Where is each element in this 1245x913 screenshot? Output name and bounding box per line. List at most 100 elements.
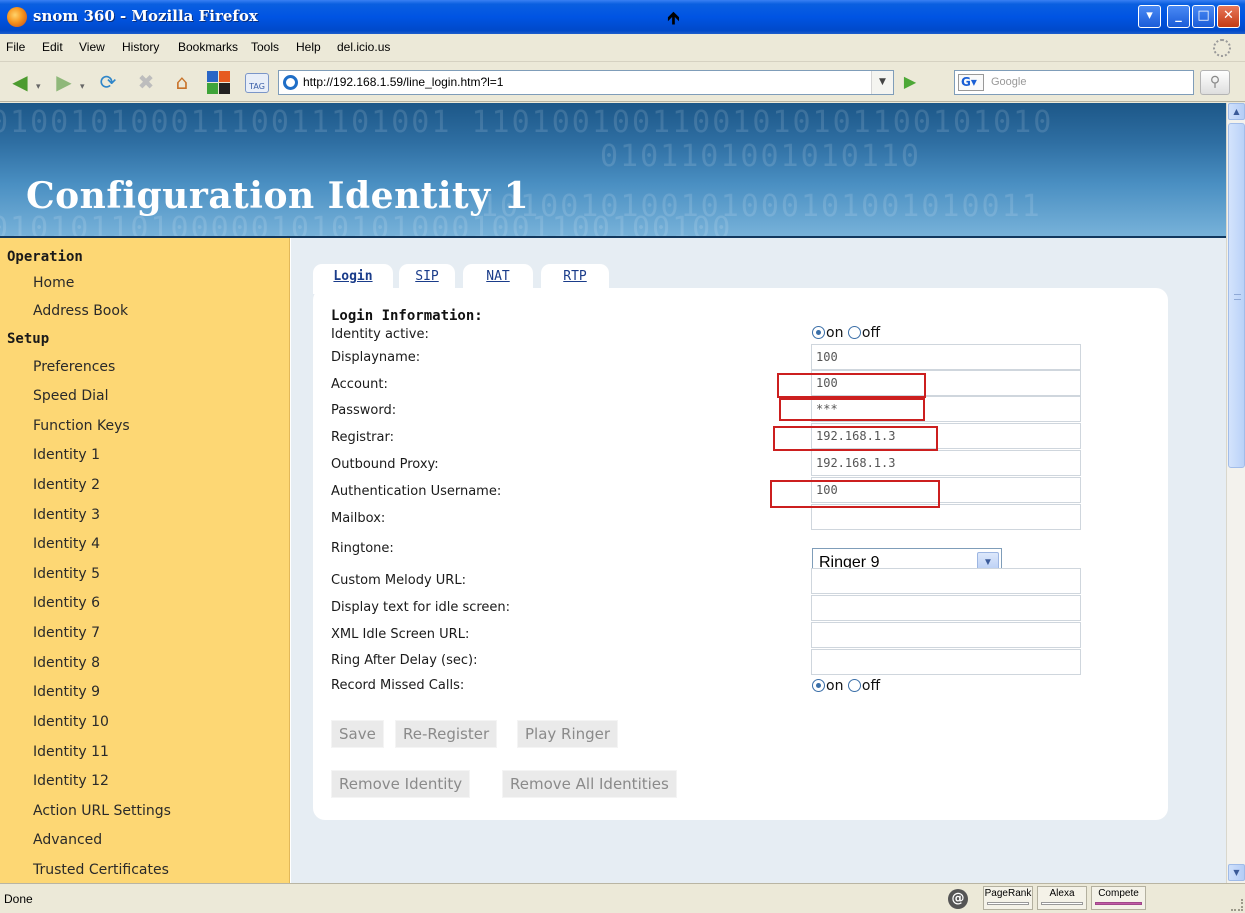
sidebar-item-action-url[interactable]: Action URL Settings xyxy=(33,803,171,819)
banner-pattern: 01001010001110011101001 1101001001100101… xyxy=(0,105,1054,140)
sidebar-item-address-book[interactable]: Address Book xyxy=(33,303,128,319)
search-icon[interactable]: ⚲ xyxy=(1200,70,1230,95)
sidebar-item-trusted-certificates[interactable]: Trusted Certificates xyxy=(33,862,169,878)
displayname-label: Displayname: xyxy=(331,350,421,365)
ringtone-label: Ringtone: xyxy=(331,541,394,556)
menu-view[interactable]: View xyxy=(79,40,105,54)
tag-icon[interactable]: TAG xyxy=(245,73,269,93)
outbound-proxy-field[interactable]: 192.168.1.3 xyxy=(811,450,1081,476)
resize-grip-icon[interactable] xyxy=(1231,899,1243,911)
reregister-button[interactable]: Re-Register xyxy=(395,720,498,748)
scroll-grip-icon xyxy=(1234,294,1241,300)
play-ringer-button[interactable]: Play Ringer xyxy=(517,720,619,748)
menu-edit[interactable]: Edit xyxy=(42,40,63,54)
vertical-scrollbar[interactable]: ▲ ▼ xyxy=(1226,103,1245,883)
idle-text-field[interactable] xyxy=(811,595,1081,621)
displayname-field[interactable]: 100 xyxy=(811,344,1081,370)
home-icon[interactable]: ⌂ xyxy=(170,70,194,94)
sidebar-item-identity-12[interactable]: Identity 12 xyxy=(33,773,109,789)
sidebar-item-identity-6[interactable]: Identity 6 xyxy=(33,595,100,611)
menu-tools[interactable]: Tools xyxy=(251,40,279,54)
registrar-label: Registrar: xyxy=(331,430,394,445)
bookmarks-grid-icon[interactable] xyxy=(207,70,231,94)
sidebar-item-identity-1[interactable]: Identity 1 xyxy=(33,447,100,463)
stop-icon[interactable]: ✖ xyxy=(134,70,158,94)
sidebar-item-identity-3[interactable]: Identity 3 xyxy=(33,507,100,523)
record-missed-off-label: off xyxy=(861,678,881,694)
main-content: Login SIP NAT RTP Login Information: Ide… xyxy=(291,238,1226,883)
scroll-up-icon[interactable]: ▲ xyxy=(1228,103,1245,120)
xml-idle-field[interactable] xyxy=(811,622,1081,648)
remove-all-identities-button[interactable]: Remove All Identities xyxy=(502,770,677,798)
alexa-label: Alexa xyxy=(1049,888,1075,899)
sidebar-item-identity-8[interactable]: Identity 8 xyxy=(33,655,100,671)
sidebar-item-preferences[interactable]: Preferences xyxy=(33,359,115,375)
menu-bar: File Edit View History Bookmarks Tools H… xyxy=(0,34,1245,62)
sidebar-item-identity-2[interactable]: Identity 2 xyxy=(33,477,100,493)
navigation-toolbar: ◀ ▾ ▶ ▾ ⟳ ✖ ⌂ TAG http://192.168.1.59/li… xyxy=(0,62,1245,102)
pagerank-widget[interactable]: PageRank xyxy=(983,886,1033,910)
custom-melody-label: Custom Melody URL: xyxy=(331,573,466,588)
google-engine-icon[interactable]: G▾ xyxy=(958,74,984,91)
sidebar: Operation Home Address Book Setup Prefer… xyxy=(0,238,290,883)
sidebar-item-identity-5[interactable]: Identity 5 xyxy=(33,566,100,582)
record-missed-off-radio[interactable] xyxy=(847,679,861,692)
forward-dropdown-icon[interactable]: ▾ xyxy=(80,82,85,92)
search-box[interactable]: G▾ Google xyxy=(954,70,1194,95)
identity-active-on-radio[interactable] xyxy=(812,326,825,339)
compete-widget[interactable]: Compete xyxy=(1091,886,1146,910)
maximize-button[interactable]: □ xyxy=(1192,5,1215,28)
url-text[interactable]: http://192.168.1.59/line_login.htm?l=1 xyxy=(303,75,503,89)
record-missed-on-label: on xyxy=(826,678,844,694)
menu-bookmarks[interactable]: Bookmarks xyxy=(178,40,238,54)
remove-identity-button[interactable]: Remove Identity xyxy=(331,770,471,798)
close-button[interactable]: ✕ xyxy=(1217,5,1240,28)
window-titlebar[interactable]: snom 360 - Mozilla Firefox 🡹 ▾ _ □ ✕ xyxy=(0,0,1245,34)
scroll-thumb[interactable] xyxy=(1228,123,1245,468)
password-label: Password: xyxy=(331,403,397,418)
sidebar-item-function-keys[interactable]: Function Keys xyxy=(33,418,130,434)
section-title: Login Information: xyxy=(331,308,483,324)
pagerank-label: PageRank xyxy=(984,888,1032,899)
account-label: Account: xyxy=(331,377,388,392)
sidebar-item-identity-4[interactable]: Identity 4 xyxy=(33,536,100,552)
menu-file[interactable]: File xyxy=(6,40,25,54)
menu-help[interactable]: Help xyxy=(296,40,321,54)
address-bar[interactable]: http://192.168.1.59/line_login.htm?l=1 ▼ xyxy=(278,70,894,95)
mouse-cursor-icon: 🡹 xyxy=(667,8,680,29)
sidebar-item-identity-10[interactable]: Identity 10 xyxy=(33,714,109,730)
window-menu-button[interactable]: ▾ xyxy=(1138,5,1161,28)
sidebar-item-identity-11[interactable]: Identity 11 xyxy=(33,744,109,760)
minimize-button[interactable]: _ xyxy=(1167,5,1190,28)
firefox-icon xyxy=(7,7,27,27)
sidebar-section-operation: Operation xyxy=(7,249,83,265)
forward-icon[interactable]: ▶ xyxy=(52,70,76,94)
scroll-down-icon[interactable]: ▼ xyxy=(1228,864,1245,881)
ring-delay-field[interactable] xyxy=(811,649,1081,675)
record-missed-on-radio[interactable] xyxy=(812,679,825,692)
alexa-widget[interactable]: Alexa xyxy=(1037,886,1087,910)
search-placeholder: Google xyxy=(991,76,1027,88)
menu-delicious[interactable]: del.icio.us xyxy=(337,40,390,54)
back-icon[interactable]: ◀ xyxy=(8,70,32,94)
go-icon[interactable]: ▶ xyxy=(900,72,920,92)
sidebar-item-advanced[interactable]: Advanced xyxy=(33,832,102,848)
registrar-highlight-box xyxy=(773,426,938,451)
identity-active-off-radio[interactable] xyxy=(847,326,861,339)
sidebar-item-identity-9[interactable]: Identity 9 xyxy=(33,684,100,700)
identity-active-on-label: on xyxy=(826,325,844,341)
reload-icon[interactable]: ⟳ xyxy=(96,70,120,94)
menu-history[interactable]: History xyxy=(122,40,159,54)
sidebar-item-speed-dial[interactable]: Speed Dial xyxy=(33,388,108,404)
save-button[interactable]: Save xyxy=(331,720,384,748)
sidebar-section-setup: Setup xyxy=(7,331,50,347)
custom-melody-field[interactable] xyxy=(811,568,1081,594)
url-dropdown-icon[interactable]: ▼ xyxy=(871,71,893,94)
back-dropdown-icon[interactable]: ▾ xyxy=(36,82,41,92)
at-sign-icon[interactable]: @ xyxy=(948,889,968,909)
auth-username-highlight-box xyxy=(770,480,940,508)
sidebar-item-identity-7[interactable]: Identity 7 xyxy=(33,625,100,641)
password-highlight-box xyxy=(779,398,925,421)
sidebar-item-home[interactable]: Home xyxy=(33,275,74,291)
record-missed-radio-group: on off xyxy=(812,678,880,694)
